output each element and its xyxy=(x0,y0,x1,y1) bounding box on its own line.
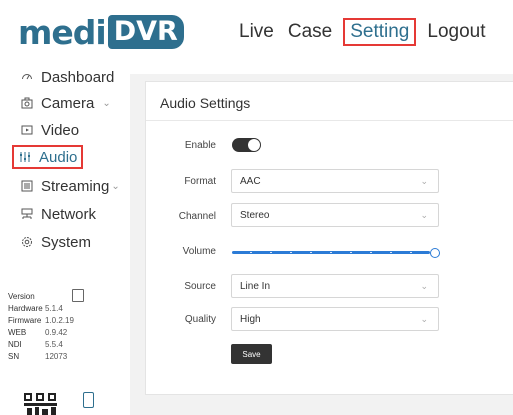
version-row-firmware: Firmware 1.0.2.19 xyxy=(8,315,74,325)
sidebar-item-camera[interactable]: Camera ⌄ xyxy=(20,92,111,114)
gear-icon xyxy=(20,235,34,249)
sidebar-item-system[interactable]: System xyxy=(20,231,91,253)
slider-tick xyxy=(270,252,272,253)
camera-icon xyxy=(20,96,34,110)
qr-code-icon[interactable] xyxy=(24,393,57,415)
format-label: Format xyxy=(184,176,216,187)
sidebar-item-dashboard[interactable]: Dashboard xyxy=(20,66,114,88)
nav-live[interactable]: Live xyxy=(232,18,281,46)
audio-settings-card: Audio Settings Enable Format AAC ⌄ Chann… xyxy=(145,81,513,395)
channel-select[interactable]: Stereo ⌄ xyxy=(231,203,439,227)
slider-tick xyxy=(310,252,312,253)
sidebar-item-video[interactable]: Video xyxy=(20,119,79,141)
divider xyxy=(146,120,513,121)
enable-toggle[interactable] xyxy=(232,138,261,152)
volume-thumb[interactable] xyxy=(430,248,440,258)
sidebar-item-label: Audio xyxy=(39,148,78,166)
enable-label: Enable xyxy=(184,140,216,151)
slider-tick xyxy=(330,252,332,253)
copy-icon[interactable] xyxy=(72,289,84,302)
slider-tick xyxy=(250,252,252,253)
source-select[interactable]: Line In ⌄ xyxy=(231,274,439,298)
source-label: Source xyxy=(184,281,216,292)
format-value: AAC xyxy=(240,175,261,187)
sidebar-item-label: System xyxy=(41,233,92,251)
sidebar-item-label: Video xyxy=(41,121,80,139)
sidebar-item-audio[interactable]: Audio xyxy=(12,145,84,169)
toggle-knob xyxy=(248,139,260,151)
slider-tick xyxy=(410,252,412,253)
nav-logout[interactable]: Logout xyxy=(420,18,492,46)
sidebar-item-streaming[interactable]: Streaming ⌄ xyxy=(20,175,120,197)
version-row-ndi: NDI 5.5.4 xyxy=(8,339,63,349)
top-nav: Live Case Setting Logout xyxy=(232,18,493,46)
slider-tick xyxy=(370,252,372,253)
page-title: Audio Settings xyxy=(160,95,251,111)
version-row-sn: SN 12073 xyxy=(8,351,68,361)
chevron-down-icon: ⌄ xyxy=(111,180,120,192)
logo: medi DVR xyxy=(18,12,184,52)
chevron-down-icon: ⌄ xyxy=(420,176,428,186)
version-row-web: WEB 0.9.42 xyxy=(8,327,68,337)
sidebar-item-label: Dashboard xyxy=(41,68,115,86)
slider-tick xyxy=(350,252,352,253)
version-row-hardware: Hardware 5.1.4 xyxy=(8,303,63,313)
chevron-down-icon: ⌄ xyxy=(420,210,428,220)
slider-tick xyxy=(290,252,292,253)
source-value: Line In xyxy=(240,280,271,292)
quality-select[interactable]: High ⌄ xyxy=(231,307,439,331)
video-icon xyxy=(20,123,34,137)
nav-setting[interactable]: Setting xyxy=(343,18,417,46)
format-select[interactable]: AAC ⌄ xyxy=(231,169,439,193)
version-title: Version xyxy=(8,291,35,301)
logo-suffix: DVR xyxy=(107,15,184,49)
quality-value: High xyxy=(240,313,261,325)
network-icon xyxy=(20,207,34,221)
quality-label: Quality xyxy=(184,314,216,325)
sidebar-item-label: Streaming xyxy=(41,177,110,195)
streaming-icon xyxy=(20,179,34,193)
sidebar-item-label: Network xyxy=(41,205,97,223)
volume-label: Volume xyxy=(182,246,216,257)
logo-prefix: medi xyxy=(18,12,107,52)
channel-label: Channel xyxy=(178,211,216,222)
phone-icon[interactable] xyxy=(83,392,94,408)
volume-slider[interactable] xyxy=(232,248,440,258)
dashboard-icon xyxy=(20,70,34,84)
save-button[interactable]: Save xyxy=(231,344,272,364)
nav-case[interactable]: Case xyxy=(281,18,339,46)
chevron-down-icon: ⌄ xyxy=(420,314,428,324)
slider-tick xyxy=(390,252,392,253)
sidebar-item-label: Camera xyxy=(41,94,95,112)
chevron-down-icon: ⌄ xyxy=(420,281,428,291)
channel-value: Stereo xyxy=(240,209,270,221)
sidebar-item-network[interactable]: Network xyxy=(20,203,96,225)
chevron-down-icon: ⌄ xyxy=(102,97,111,109)
version-info: Version Hardware 5.1.4 Firmware 1.0.2.19 W… xyxy=(8,290,74,362)
audio-icon xyxy=(18,150,32,164)
